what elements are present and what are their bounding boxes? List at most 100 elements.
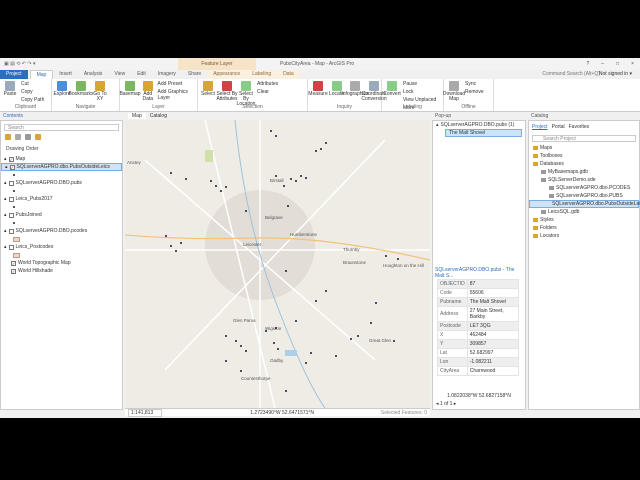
layer-checkbox[interactable] — [8, 212, 14, 218]
pub-point[interactable] — [350, 338, 352, 340]
pub-point[interactable] — [225, 360, 227, 362]
pub-point[interactable] — [210, 180, 212, 182]
remove-button[interactable]: Remove — [465, 89, 484, 95]
source-icon[interactable] — [15, 134, 21, 140]
pub-point[interactable] — [310, 352, 312, 354]
catalog-tab-favorites[interactable]: Favorites — [569, 124, 590, 130]
lock-button[interactable]: Lock — [403, 89, 436, 95]
layer-checkbox[interactable]: ✓ — [11, 268, 16, 274]
layer-checkbox[interactable] — [8, 180, 14, 186]
pub-point[interactable] — [170, 245, 172, 247]
catalog-item[interactable]: SQLServerDemo.sde — [529, 176, 639, 184]
sync-button[interactable]: Sync — [465, 81, 484, 87]
measure-button[interactable]: Measure — [308, 81, 328, 97]
pub-point[interactable] — [225, 335, 227, 337]
catalog-item[interactable]: SQLserverAGPRO.dbo.PCODES — [529, 184, 639, 192]
layer-item[interactable]: ▴ Leics_Postcodes — [1, 243, 122, 251]
tab-project[interactable]: Project — [0, 70, 28, 79]
maximize-button[interactable]: □ — [616, 61, 619, 67]
tab-data[interactable]: Data — [277, 70, 300, 79]
pub-point[interactable] — [180, 242, 182, 244]
sign-in-button[interactable]: Not signed in ▾ — [599, 71, 632, 77]
layer-checkbox[interactable]: ✓ — [11, 260, 16, 266]
copy-button[interactable]: Copy — [21, 89, 44, 95]
pub-point[interactable] — [285, 270, 287, 272]
popup-pager[interactable]: ◂ 1 of 1 ▸ — [436, 401, 456, 407]
tab-insert[interactable]: Insert — [53, 70, 78, 79]
catalog-item[interactable]: Styles — [529, 216, 639, 224]
pub-point[interactable] — [275, 175, 277, 177]
copy-path-button[interactable]: Copy Path — [21, 97, 44, 103]
pub-point[interactable] — [185, 178, 187, 180]
edit-icon[interactable] — [35, 134, 41, 140]
download-map-button[interactable]: Download Map — [443, 81, 465, 102]
pub-point[interactable] — [245, 350, 247, 352]
catalog-item[interactable]: Locators — [529, 232, 639, 240]
layer-checkbox[interactable] — [8, 244, 14, 250]
add-data-button[interactable]: Add Data — [141, 81, 155, 102]
tab-imagery[interactable]: Imagery — [152, 70, 182, 79]
select-button[interactable]: Select — [200, 81, 216, 97]
tab-share[interactable]: Share — [182, 70, 207, 79]
pub-point[interactable] — [325, 142, 327, 144]
add-preset-button[interactable]: Add Preset — [158, 81, 195, 87]
expand-icon[interactable]: ▴ — [4, 156, 7, 162]
layer-checkbox[interactable] — [8, 228, 14, 234]
go-to-xy-button[interactable]: Go To XY — [92, 81, 108, 102]
pub-point[interactable] — [240, 370, 242, 372]
catalog-tab-project[interactable]: Project — [532, 124, 548, 130]
drawing-order-icon[interactable] — [5, 134, 11, 140]
pub-point[interactable] — [305, 362, 307, 364]
pub-point[interactable] — [170, 172, 172, 174]
layer-item[interactable]: ✓ World Topographic Map — [1, 259, 122, 267]
pub-point[interactable] — [290, 178, 292, 180]
expand-icon[interactable]: ▴ — [4, 244, 7, 250]
tab-catalog[interactable]: Catalog — [150, 113, 167, 119]
pub-point[interactable] — [335, 355, 337, 357]
catalog-item[interactable]: Toolboxes — [529, 152, 639, 160]
tab-labeling[interactable]: Labeling — [246, 70, 278, 79]
layer-item[interactable]: ▴ SQLserverAGPRO.DBO.pubs — [1, 179, 122, 187]
layer-item[interactable]: ▴ Leics_Pubs2017 — [1, 195, 122, 203]
pub-point[interactable] — [393, 340, 395, 342]
attributes-button[interactable]: Attributes — [257, 81, 278, 87]
tab-edit[interactable]: Edit — [131, 70, 152, 79]
catalog-item[interactable]: SQLserverAGPRO.dbo.PUBS — [529, 192, 639, 200]
pub-point[interactable] — [385, 255, 387, 257]
pub-point[interactable] — [320, 148, 322, 150]
tab-map[interactable]: Map — [29, 69, 54, 80]
pub-point[interactable] — [287, 205, 289, 207]
contents-search-input[interactable]: Search — [4, 124, 119, 131]
pub-point[interactable] — [277, 348, 279, 350]
view-unplaced-button[interactable]: View Unplaced — [403, 97, 436, 103]
layer-checkbox[interactable] — [8, 196, 14, 202]
layer-item[interactable]: ▴ SQLserverAGPRO.DBO.pcodes — [1, 227, 122, 235]
close-button[interactable]: × — [631, 61, 634, 67]
expand-icon[interactable]: ▴ — [4, 212, 7, 218]
pub-point[interactable] — [215, 185, 217, 187]
clear-button[interactable]: Clear — [257, 89, 278, 95]
pub-point[interactable] — [295, 320, 297, 322]
pub-point[interactable] — [295, 180, 297, 182]
selection-icon[interactable] — [25, 134, 31, 140]
command-search[interactable]: Command Search (Alt+Q) — [542, 71, 600, 77]
pub-point[interactable] — [397, 258, 399, 260]
scale-selector[interactable]: 1:141,813 — [128, 408, 163, 417]
catalog-item[interactable]: Maps — [529, 144, 639, 152]
popup-layer-node[interactable]: ▴ SQLserverAGPRO.DBO.pubs (1) — [433, 121, 525, 129]
select-by-attributes-button[interactable]: Select By Attributes — [216, 81, 238, 102]
minimize-button[interactable]: – — [601, 61, 604, 67]
paste-button[interactable]: Paste — [2, 81, 18, 97]
convert-button[interactable]: Convert — [383, 81, 401, 97]
layer-item[interactable]: ▴ ✓ Map — [1, 155, 122, 163]
expand-icon[interactable]: ▴ — [5, 164, 8, 170]
pub-point[interactable] — [275, 327, 277, 329]
catalog-item[interactable]: MyBasemaps.gdb — [529, 168, 639, 176]
pub-point[interactable] — [370, 322, 372, 324]
selected-features[interactable]: Selected Features: 0 — [381, 410, 427, 416]
layer-checkbox[interactable]: ✓ — [8, 156, 14, 162]
popup-feature-item[interactable]: The Malt Shovel — [445, 129, 522, 137]
layer-item[interactable]: ✓ World Hillshade — [1, 267, 122, 275]
quick-access-toolbar[interactable]: ▣ ▤ ⟲ ↶ ↷ ▾ — [4, 61, 35, 67]
pub-point[interactable] — [235, 340, 237, 342]
